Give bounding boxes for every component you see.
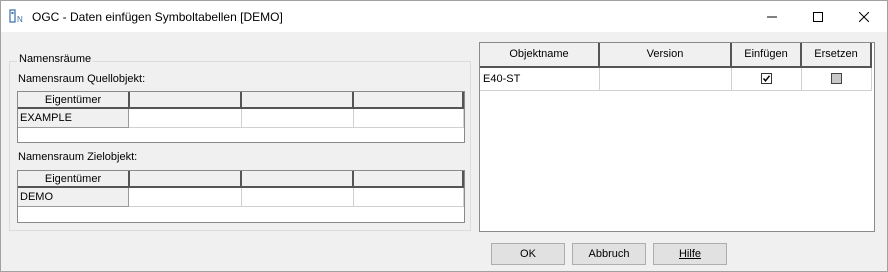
close-button[interactable] [841,1,887,32]
object-insert-cell[interactable] [732,68,802,91]
objects-header-version[interactable]: Version [600,43,732,68]
svg-text:N: N [17,15,23,23]
source-header-col2[interactable] [130,92,242,109]
title-bar: N OGC - Daten einfügen Symboltabellen [D… [1,1,887,32]
source-namespace-label: Namensraum Quellobjekt: [18,73,146,85]
minimize-button[interactable] [749,1,795,32]
namespaces-group-label: Namensräume [17,53,94,65]
cancel-button[interactable]: Abbruch [572,243,646,265]
target-header-col2[interactable] [130,171,242,188]
help-button-label: Hilfe [678,248,701,260]
object-version-cell[interactable] [600,68,732,91]
window-title: OGC - Daten einfügen Symboltabellen [DEM… [32,10,283,24]
maximize-button[interactable] [795,1,841,32]
target-header-owner[interactable]: Eigentümer [18,171,130,188]
insert-checkbox[interactable] [761,73,772,84]
target-cell-2[interactable] [129,188,242,207]
source-header-owner[interactable]: Eigentümer [18,92,130,109]
source-cell-4[interactable] [354,109,464,128]
target-owner-cell[interactable]: DEMO [18,188,129,207]
source-header-col3[interactable] [242,92,354,109]
object-replace-cell[interactable] [802,68,872,91]
objects-header-name[interactable]: Objektname [480,43,600,68]
target-cell-4[interactable] [354,188,464,207]
target-header-col3[interactable] [242,171,354,188]
source-owner-cell[interactable]: EXAMPLE [18,109,129,128]
close-icon [859,11,869,22]
source-namespace-grid: Eigentümer EXAMPLE [17,91,465,143]
target-namespace-label: Namensraum Zielobjekt: [18,151,138,163]
objects-header-insert[interactable]: Einfügen [732,43,802,68]
target-namespace-grid: Eigentümer DEMO [17,170,465,223]
target-header-col4[interactable] [354,171,464,188]
dialog-window: N OGC - Daten einfügen Symboltabellen [D… [0,0,888,272]
source-cell-2[interactable] [129,109,242,128]
source-header-col4[interactable] [354,92,464,109]
ok-button[interactable]: OK [491,243,565,265]
source-cell-3[interactable] [242,109,354,128]
help-button[interactable]: Hilfe [653,243,727,265]
maximize-icon [813,11,823,22]
checkmark-icon [762,75,771,82]
object-name-cell[interactable]: E40-ST [480,68,600,91]
objects-grid: Objektname Version Einfügen Ersetzen E40… [479,42,875,232]
replace-checkbox[interactable] [831,73,842,84]
minimize-icon [767,16,777,17]
objects-header-replace[interactable]: Ersetzen [802,43,872,68]
ogc-app-icon: N [9,9,25,24]
target-cell-3[interactable] [242,188,354,207]
